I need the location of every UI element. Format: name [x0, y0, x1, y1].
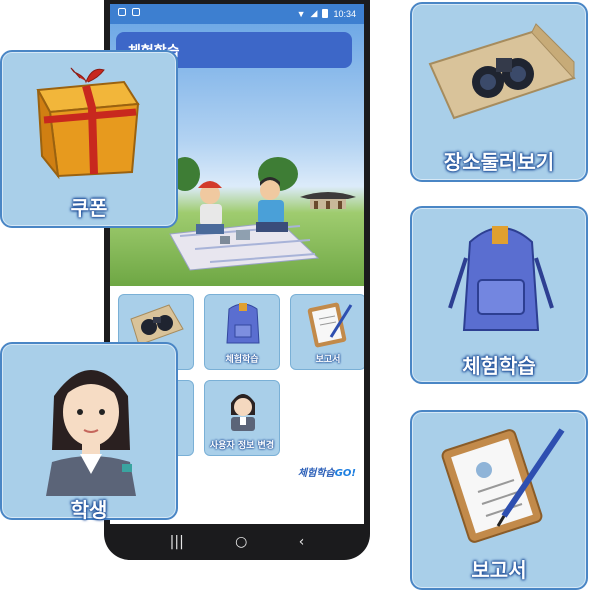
backpack-icon [448, 226, 554, 331]
menu-tile-label: 체험학습 [225, 355, 259, 365]
card-coupon-title: 쿠폰 [70, 196, 108, 220]
back-button[interactable]: ‹ [299, 534, 305, 550]
status-bar: ▼ ◢ 10:34 [110, 4, 364, 24]
menu-tile-experience[interactable]: 체험학습 [204, 294, 280, 370]
brand-text: 체험학습 [297, 468, 335, 479]
clipboard-pen-icon [441, 428, 565, 543]
signal-icon: ◢ [310, 8, 318, 18]
battery-icon [322, 9, 329, 18]
clipboard-icon [307, 302, 353, 348]
sim-icon [132, 8, 140, 16]
card-student-title: 학생 [70, 498, 108, 522]
menu-tile-label: 사용자 정보 변경 [209, 441, 275, 451]
recent-apps-button[interactable]: ||| [170, 534, 184, 550]
card-student[interactable]: 학생 [0, 342, 178, 522]
menu-tile-report[interactable]: 보고서 [290, 294, 364, 370]
menu-tile-label: 보고서 [315, 355, 341, 365]
binoculars-map-icon [428, 23, 576, 120]
card-experience-title: 체험학습 [462, 354, 536, 378]
card-report-title: 보고서 [471, 558, 527, 582]
backpack-icon [226, 303, 260, 344]
student-portrait-icon [46, 370, 136, 496]
status-time: 10:34 [333, 8, 356, 19]
card-place-browse-title: 장소둘러보기 [443, 150, 555, 174]
home-button[interactable]: ○ [235, 534, 247, 550]
gift-box-icon [36, 67, 140, 180]
student-avatar-icon [231, 394, 255, 431]
card-report[interactable]: 보고서 [410, 410, 588, 590]
brand-go: GO! [334, 468, 356, 479]
wifi-icon: ▼ [296, 8, 306, 19]
card-experience[interactable]: 체험학습 [410, 206, 588, 384]
card-coupon[interactable]: 쿠폰 [0, 50, 178, 228]
menu-tile-user-info[interactable]: 사용자 정보 변경 [204, 380, 280, 456]
notification-icon [118, 8, 126, 16]
card-place-browse[interactable]: 장소둘러보기 [410, 2, 588, 182]
android-nav-bar: ||| ○ ‹ [104, 524, 370, 560]
brand-logo: 체험학습GO! [298, 464, 356, 479]
